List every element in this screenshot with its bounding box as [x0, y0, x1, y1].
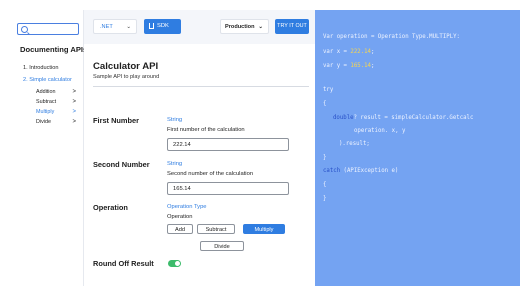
code-number: 165.14 — [350, 63, 371, 69]
language-select[interactable]: .NET ⌄ — [93, 19, 137, 34]
sidebar-subitem-multiply[interactable]: Multiply > — [36, 109, 76, 115]
code-token: = — [367, 34, 378, 40]
param-type-second-number: String — [167, 161, 183, 167]
first-number-input[interactable]: 222.14 — [167, 138, 289, 151]
code-line: try — [323, 87, 334, 93]
sidebar: Documenting APIs 1. Introduction 2. Simp… — [12, 10, 88, 286]
operation-option-subtract[interactable]: Subtract — [197, 224, 235, 234]
code-line: ).result; — [339, 141, 370, 147]
divider — [93, 86, 309, 87]
operation-option-divide[interactable]: Divide — [200, 241, 244, 251]
param-desc-operation: Operation — [167, 214, 193, 220]
sidebar-subitem-addition[interactable]: Addition > — [36, 89, 76, 95]
chevron-right-icon: > — [72, 99, 76, 105]
code-token: (APIException e) — [340, 168, 399, 174]
code-token: Var operation — [323, 34, 368, 40]
code-line: operation. x, y — [354, 128, 406, 134]
code-line: double? result = simpleCalculator.Getcal… — [333, 115, 473, 121]
chevron-down-icon: ⌄ — [258, 24, 263, 30]
code-line: { — [323, 101, 327, 107]
code-keyword: double — [333, 115, 354, 121]
sidebar-subitem-divide[interactable]: Divide > — [36, 119, 76, 125]
download-icon — [149, 23, 154, 29]
sidebar-item-simple-calculator[interactable]: 2. Simple calculator — [23, 77, 72, 83]
param-desc-first-number: First number of the calculation — [167, 127, 245, 133]
operation-option-multiply[interactable]: Multiply — [243, 224, 285, 234]
second-number-input[interactable]: 165.14 — [167, 182, 289, 195]
chevron-right-icon: > — [72, 109, 76, 115]
chevron-right-icon: > — [72, 89, 76, 95]
param-type-operation: Operation Type — [167, 204, 207, 210]
sdk-download-button[interactable]: SDK — [144, 19, 181, 34]
code-line: var x = 222.14; — [323, 49, 374, 55]
try-it-out-button[interactable]: TRY IT OUT — [275, 19, 309, 34]
toolbar: .NET ⌄ SDK Production ⌄ TRY IT OUT — [84, 10, 315, 44]
chevron-down-icon: ⌄ — [126, 24, 131, 30]
search-input[interactable] — [17, 23, 79, 35]
param-label-round-off-result: Round Off Result — [93, 259, 154, 268]
param-label-second-number: Second Number — [93, 160, 150, 169]
code-token: var y = — [323, 63, 351, 69]
operation-option-add[interactable]: Add — [167, 224, 193, 234]
code-line: } — [323, 155, 327, 161]
sidebar-title: Documenting APIs — [20, 45, 88, 54]
code-line: { — [323, 182, 327, 188]
page-title: Calculator API — [93, 61, 159, 72]
toggle-knob — [175, 261, 180, 266]
sidebar-subitem-subtract[interactable]: Subtract > — [36, 99, 76, 105]
main-content: Calculator API Sample API to play around… — [84, 44, 315, 286]
code-line: catch (APIException e) — [323, 168, 398, 174]
code-keyword: catch — [323, 168, 341, 174]
language-select-value: .NET — [100, 24, 113, 30]
code-token: ; — [370, 49, 375, 55]
environment-select-value: Production — [225, 24, 255, 30]
code-token: Operation Type.MULTIPLY: — [377, 34, 460, 40]
round-off-toggle[interactable] — [168, 260, 181, 267]
param-label-first-number: First Number — [93, 116, 139, 125]
code-line: var y = 165.14; — [323, 63, 374, 69]
code-token: ? result = simpleCalculator.Getcalc — [353, 115, 474, 121]
code-line: } — [323, 196, 327, 202]
param-desc-second-number: Second number of the calculation — [167, 171, 254, 177]
code-number: 222.14 — [350, 49, 371, 55]
environment-select[interactable]: Production ⌄ — [220, 19, 269, 34]
app-window: Documenting APIs 1. Introduction 2. Simp… — [12, 10, 520, 286]
param-type-first-number: String — [167, 117, 183, 123]
sidebar-subitem-label: Addition — [36, 89, 56, 95]
search-icon — [21, 26, 28, 33]
chevron-right-icon: > — [72, 119, 76, 125]
code-line: Var operation = Operation Type.MULTIPLY: — [323, 34, 460, 40]
sidebar-item-introduction[interactable]: 1. Introduction — [23, 65, 58, 71]
param-label-operation: Operation — [93, 203, 128, 212]
sidebar-subitem-label: Divide — [36, 119, 51, 125]
sidebar-subitem-label: Multiply — [36, 109, 55, 115]
sidebar-subitem-label: Subtract — [36, 99, 57, 105]
code-token: var x = — [323, 49, 351, 55]
code-token: ; — [370, 63, 375, 69]
sdk-button-label: SDK — [157, 23, 169, 29]
page-subtitle: Sample API to play around — [93, 74, 160, 80]
code-sample-panel: Var operation = Operation Type.MULTIPLY:… — [315, 10, 520, 286]
